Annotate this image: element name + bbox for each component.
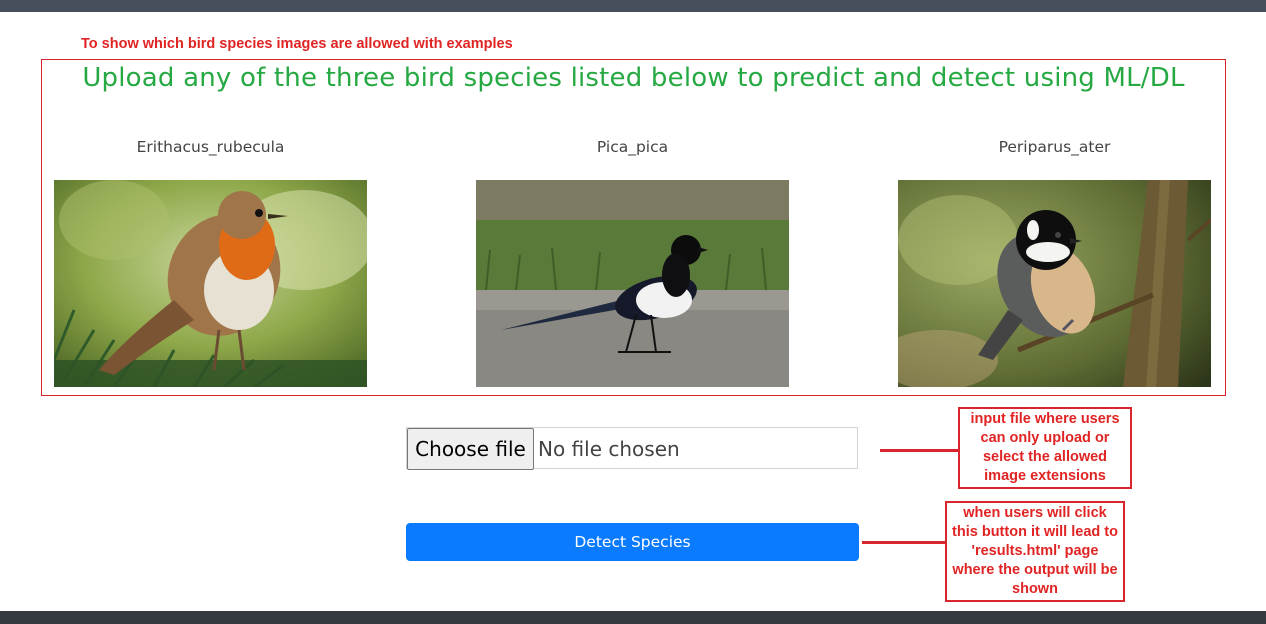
bird-name-periparus-ater: Periparus_ater [998,138,1111,156]
choose-file-button[interactable]: Choose file [407,428,534,470]
top-navbar [0,0,1266,12]
image-file-input[interactable]: Choose file No file chosen [406,427,858,470]
magpie-photo [476,180,789,387]
annotation-heading: To show which bird species images are al… [81,36,513,52]
file-input-connector-line [880,449,960,452]
bird-name-erithacus-rubecula: Erithacus_rubecula [136,138,285,156]
examples-title: Upload any of the three bird species lis… [82,63,1185,93]
coal-tit-photo [898,180,1211,387]
examples-panel: Upload any of the three bird species lis… [41,59,1226,396]
bird-name-pica-pica: Pica_pica [596,138,669,156]
robin-photo [54,180,367,387]
detect-species-button[interactable]: Detect Species [406,523,859,561]
page-footer [0,611,1266,624]
button-connector-line [862,541,947,544]
file-status-text: No file chosen [538,437,680,461]
button-annotation: when users will click this button it wil… [945,501,1125,602]
file-input-annotation: input file where users can only upload o… [958,407,1132,489]
